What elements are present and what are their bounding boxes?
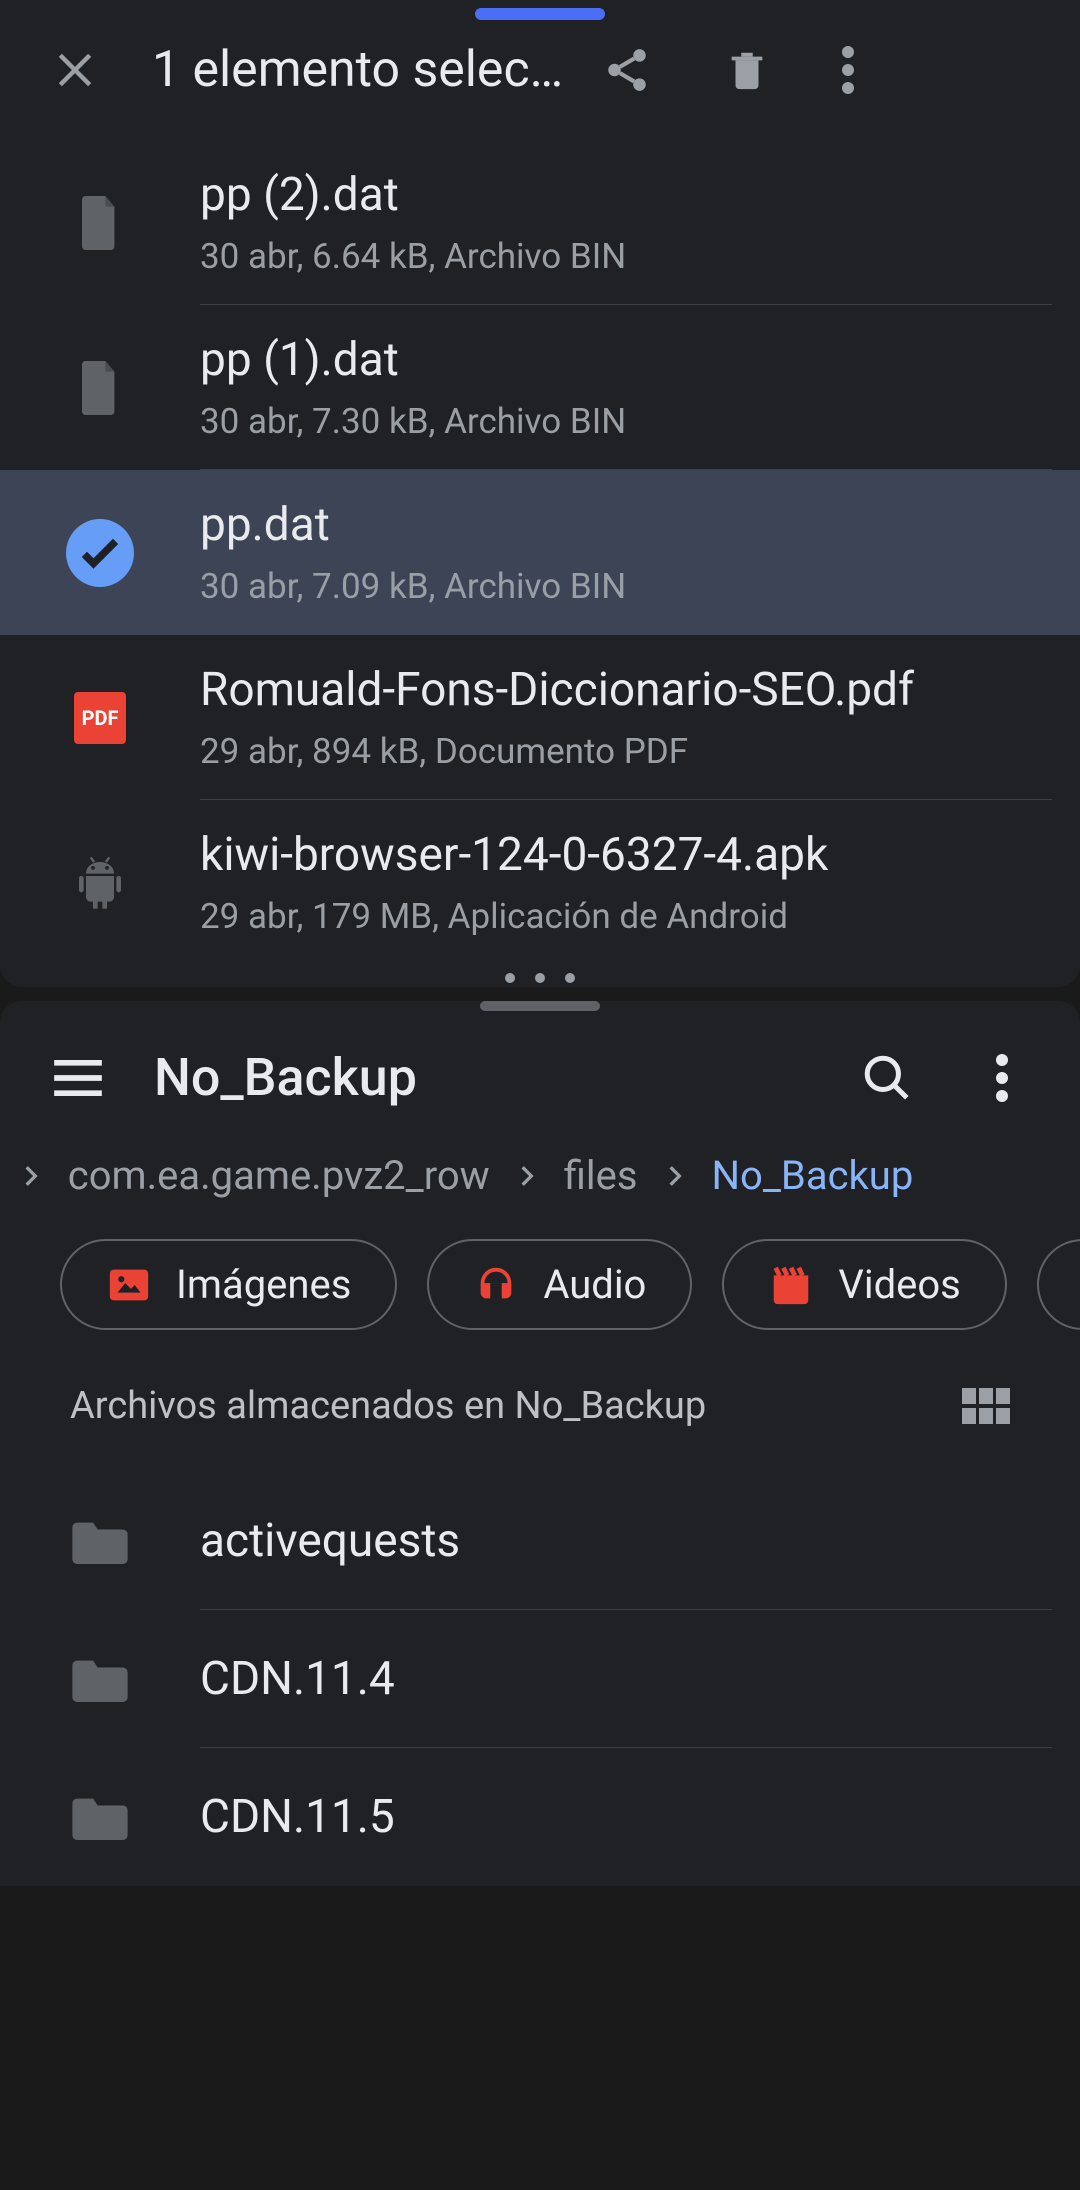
selection-header: 1 elemento selec…: [0, 0, 1080, 140]
chip-label: Audio: [543, 1261, 646, 1308]
menu-button[interactable]: [52, 1058, 104, 1098]
grid-view-icon: [962, 1388, 1010, 1424]
file-icon: [78, 196, 122, 250]
drag-handle[interactable]: [480, 1001, 600, 1011]
folder-icon: [0, 1656, 200, 1702]
filter-chip[interactable]: Audio: [427, 1239, 692, 1330]
hamburger-icon: [52, 1058, 104, 1098]
selection-pane: 1 elemento selec… pp (2).dat 30 abr, 6.6…: [0, 0, 1080, 987]
close-button[interactable]: [40, 48, 110, 92]
share-icon: [602, 45, 652, 95]
pane-indicator: [0, 965, 1080, 987]
folder-row[interactable]: CDN.11.4: [0, 1610, 1080, 1748]
breadcrumb-crumb[interactable]: files: [564, 1152, 638, 1199]
share-button[interactable]: [602, 45, 652, 95]
file-meta: 30 abr, 6.64 kB, Archivo BIN: [200, 236, 1080, 277]
file-name: kiwi-browser-124-0-6327-4.apk: [200, 828, 1000, 882]
folder-row[interactable]: CDN.11.5: [0, 1748, 1080, 1886]
breadcrumb-crumb[interactable]: No_Backup: [712, 1152, 914, 1199]
chevron-right-icon: [18, 1163, 44, 1189]
file-manager-pane: No_Backup acom.ea.game.pvz2_rowfilesNo_B…: [0, 1001, 1080, 1886]
view-toggle-button[interactable]: [962, 1388, 1010, 1424]
fm-title: No_Backup: [154, 1047, 862, 1108]
chevron-right-icon: [514, 1163, 540, 1189]
breadcrumb-crumb[interactable]: com.ea.game.pvz2_row: [68, 1152, 490, 1199]
file-name: Romuald-Fons-Diccionario-SEO.pdf: [200, 663, 1000, 717]
chip-label: Imágenes: [176, 1261, 351, 1308]
breadcrumb: acom.ea.game.pvz2_rowfilesNo_Backup: [0, 1132, 1080, 1229]
fm-header: No_Backup: [0, 1011, 1080, 1132]
section-label: Archivos almacenados en No_Backup: [70, 1384, 706, 1428]
file-row[interactable]: PDF Romuald-Fons-Diccionario-SEO.pdf 29 …: [0, 635, 1080, 800]
chip-icon: [473, 1262, 519, 1308]
folder-icon: [0, 1794, 200, 1840]
file-meta: 29 abr, 894 kB, Documento PDF: [200, 731, 1080, 772]
more-vert-icon: [996, 1054, 1008, 1102]
folder-list: activequests CDN.11.4 CDN.11.5: [0, 1472, 1080, 1886]
file-name: pp (2).dat: [200, 168, 1000, 222]
file-meta: 29 abr, 179 MB, Aplicación de Android: [200, 896, 1080, 937]
chip-label: Videos: [838, 1261, 960, 1308]
file-row[interactable]: pp.dat 30 abr, 7.09 kB, Archivo BIN: [0, 470, 1080, 635]
selection-title: 1 elemento selec…: [152, 41, 602, 99]
file-row[interactable]: kiwi-browser-124-0-6327-4.apk 29 abr, 17…: [0, 800, 1080, 965]
status-pill: [475, 8, 605, 20]
folder-name: CDN.11.5: [200, 1790, 395, 1844]
file-icon: [78, 361, 122, 415]
search-button[interactable]: [862, 1053, 912, 1103]
filter-chip[interactable]: Imágenes: [60, 1239, 397, 1330]
file-meta: 30 abr, 7.09 kB, Archivo BIN: [200, 566, 1080, 607]
delete-button[interactable]: [724, 47, 770, 93]
search-icon: [862, 1053, 912, 1103]
close-icon: [53, 48, 97, 92]
filter-chip[interactable]: Videos: [722, 1239, 1006, 1330]
file-name: pp.dat: [200, 498, 1000, 552]
file-row[interactable]: pp (1).dat 30 abr, 7.30 kB, Archivo BIN: [0, 305, 1080, 470]
pdf-icon: PDF: [74, 692, 126, 744]
check-icon: [66, 519, 134, 587]
filter-chip[interactable]: [1037, 1239, 1080, 1330]
fm-more-button[interactable]: [996, 1053, 1008, 1103]
chevron-right-icon: [662, 1163, 688, 1189]
filter-chips: Imágenes Audio Videos: [0, 1229, 1080, 1374]
file-list: pp (2).dat 30 abr, 6.64 kB, Archivo BIN …: [0, 140, 1080, 965]
file-name: pp (1).dat: [200, 333, 1000, 387]
trash-icon: [724, 47, 770, 93]
chip-icon: [106, 1262, 152, 1308]
folder-name: CDN.11.4: [200, 1652, 395, 1706]
file-meta: 30 abr, 7.30 kB, Archivo BIN: [200, 401, 1080, 442]
android-icon: [72, 855, 128, 911]
file-row[interactable]: pp (2).dat 30 abr, 6.64 kB, Archivo BIN: [0, 140, 1080, 305]
folder-name: activequests: [200, 1514, 460, 1568]
more-vert-icon: [842, 46, 854, 94]
folder-row[interactable]: activequests: [0, 1472, 1080, 1610]
chip-icon: [768, 1262, 814, 1308]
section-header: Archivos almacenados en No_Backup: [0, 1374, 1080, 1472]
folder-icon: [0, 1518, 200, 1564]
more-button[interactable]: [842, 46, 854, 94]
